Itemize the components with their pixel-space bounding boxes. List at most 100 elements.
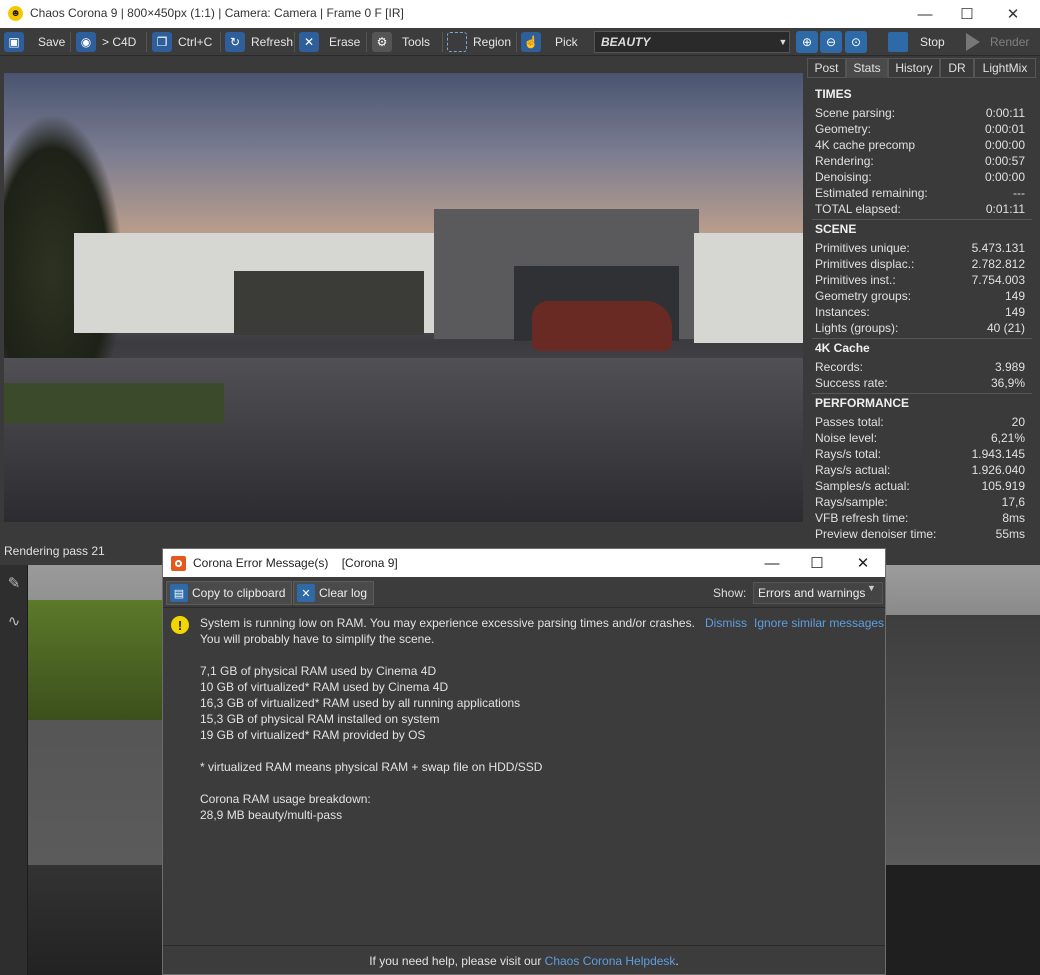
stat-row: Primitives unique: 5.473.131 — [815, 241, 1025, 255]
show-filter-select[interactable]: Errors and warnings — [753, 582, 883, 604]
stat-row: Rendering: 0:00:57 — [815, 154, 1025, 168]
stat-row: Lights (groups): 40 (21) — [815, 321, 1025, 335]
stat-row: 4K cache precomp 0:00:00 — [815, 138, 1025, 152]
clear-log-button[interactable]: ✕ Clear log — [293, 581, 375, 605]
tab-lightmix[interactable]: LightMix — [974, 58, 1036, 78]
to-c4d-button[interactable]: ◉ > C4D — [76, 30, 136, 54]
helpdesk-link[interactable]: Chaos Corona Helpdesk — [545, 954, 676, 968]
hand-pointer-icon: ☝ — [521, 32, 541, 52]
message-line: 10 GB of virtualized* RAM used by Cinema… — [200, 680, 449, 694]
corona-icon — [171, 556, 186, 571]
zoom-fit-icon[interactable]: ⊙ — [845, 31, 867, 53]
gear-icon: ⚙ — [372, 32, 392, 52]
vfb-toolbar: ▣ Save ◉ > C4D ❐ Ctrl+C ↻ Refresh ✕ Eras… — [0, 28, 1040, 56]
stop-icon — [888, 32, 908, 52]
stat-row: Success rate: 36,9% — [815, 376, 1025, 390]
divider — [812, 393, 1032, 394]
dialog-maximize-button[interactable]: ☐ — [794, 549, 840, 577]
stat-row: Geometry groups: 149 — [815, 289, 1025, 303]
render-image[interactable] — [4, 73, 803, 522]
red-car — [532, 301, 672, 351]
section-heading-cache: 4K Cache — [815, 341, 870, 355]
copy-icon: ❐ — [152, 32, 172, 52]
render-button[interactable]: Render — [962, 30, 1040, 54]
chevron-down-icon[interactable]: ▼ — [867, 583, 876, 593]
save-button[interactable]: ▣ Save — [4, 30, 65, 54]
maximize-button[interactable]: ☐ — [944, 0, 990, 28]
tab-stats[interactable]: Stats — [846, 58, 888, 78]
house-windows — [234, 271, 424, 335]
copy-button[interactable]: ❐ Ctrl+C — [152, 30, 212, 54]
stat-row: Rays/sample: 17,6 — [815, 495, 1025, 509]
message-line: System is running low on RAM. You may ex… — [200, 616, 695, 630]
erase-button[interactable]: ✕ Erase — [299, 30, 360, 54]
stop-button[interactable]: Stop — [888, 30, 958, 54]
section-heading-scene: SCENE — [815, 222, 857, 236]
dialog-titlebar: Corona Error Message(s) [Corona 9] — ☐ ✕ — [163, 549, 885, 577]
refresh-button[interactable]: ↻ Refresh — [225, 30, 293, 54]
stat-row: Estimated remaining: --- — [815, 186, 1025, 200]
zoom-out-icon[interactable]: ⊖ — [820, 31, 842, 53]
pick-button[interactable]: ☝ Pick — [521, 30, 578, 54]
dialog-close-button[interactable]: ✕ — [840, 549, 886, 577]
show-label: Show: — [713, 586, 747, 600]
toolbar-divider — [516, 32, 517, 52]
stat-row: Passes total: 20 — [815, 415, 1025, 429]
stat-row: Primitives displac.: 2.782.812 — [815, 257, 1025, 271]
region-button[interactable]: Region — [447, 30, 511, 54]
channel-select[interactable]: BEAUTY — [594, 31, 790, 53]
stat-row: Geometry: 0:00:01 — [815, 122, 1025, 136]
dialog-minimize-button[interactable]: — — [749, 549, 795, 577]
tab-history[interactable]: History — [888, 58, 940, 78]
save-icon: ▣ — [4, 32, 24, 52]
refresh-icon: ↻ — [225, 32, 245, 52]
toolbar-divider — [366, 32, 367, 52]
toolbar-divider — [442, 32, 443, 52]
section-heading-times: TIMES — [815, 87, 852, 101]
stat-row: Instances: 149 — [815, 305, 1025, 319]
clipboard-icon: ▤ — [170, 584, 188, 602]
chevron-down-icon[interactable]: ▼ — [777, 33, 789, 51]
message-line: You will probably have to simplify the s… — [200, 632, 435, 646]
message-line: 15,3 GB of physical RAM installed on sys… — [200, 712, 440, 726]
vfb-titlebar: ☻ Chaos Corona 9 | 800×450px (1:1) | Cam… — [0, 0, 1040, 28]
stat-row: Records: 3.989 — [815, 360, 1025, 374]
message-line: 16,3 GB of virtualized* RAM used by all … — [200, 696, 521, 710]
tab-dr[interactable]: DR — [940, 58, 974, 78]
message-line: * virtualized RAM means physical RAM + s… — [200, 760, 543, 774]
dialog-title: Corona Error Message(s) [Corona 9] — [193, 556, 398, 570]
zoom-in-icon[interactable]: ⊕ — [796, 31, 818, 53]
stat-row: Rays/s actual: 1.926.040 — [815, 463, 1025, 477]
stat-row: Scene parsing: 0:00:11 — [815, 106, 1025, 120]
message-line: 19 GB of virtualized* RAM provided by OS — [200, 728, 426, 742]
corona-vfb-window: ☻ Chaos Corona 9 | 800×450px (1:1) | Cam… — [0, 0, 1040, 565]
dismiss-link[interactable]: Dismiss — [705, 616, 747, 630]
stat-row: Preview denoiser time: 55ms — [815, 527, 1025, 541]
tab-post[interactable]: Post — [807, 58, 846, 78]
toolbar-divider — [70, 32, 71, 52]
lawn-strip — [4, 383, 224, 423]
region-icon — [447, 32, 467, 52]
ignore-similar-link[interactable]: Ignore similar messages — [754, 616, 884, 630]
corona-logo-icon: ☻ — [8, 6, 23, 21]
brush-tool-icon[interactable]: ✎ — [2, 571, 26, 595]
stat-row: Denoising: 0:00:00 — [815, 170, 1025, 184]
play-icon — [966, 33, 980, 51]
close-icon: ✕ — [297, 584, 315, 602]
spline-tool-icon[interactable]: ∿ — [2, 609, 26, 633]
tools-button[interactable]: ⚙ Tools — [372, 30, 430, 54]
copy-to-clipboard-button[interactable]: ▤ Copy to clipboard — [166, 581, 293, 605]
viewport-lawn — [28, 600, 162, 720]
divider — [812, 219, 1032, 220]
stat-row: TOTAL elapsed: 0:01:11 — [815, 202, 1025, 216]
close-button[interactable]: ✕ — [990, 0, 1036, 28]
minimize-button[interactable]: — — [902, 0, 948, 28]
c4d-icon: ◉ — [76, 32, 96, 52]
dialog-footer: If you need help, please visit our Chaos… — [163, 945, 885, 974]
message-line: 7,1 GB of physical RAM used by Cinema 4D — [200, 664, 437, 678]
toolbar-divider — [146, 32, 147, 52]
erase-icon: ✕ — [299, 32, 319, 52]
message-line: Corona RAM usage breakdown: — [200, 792, 371, 806]
divider — [812, 338, 1032, 339]
footer-text: If you need help, please visit our Chaos… — [369, 954, 679, 968]
